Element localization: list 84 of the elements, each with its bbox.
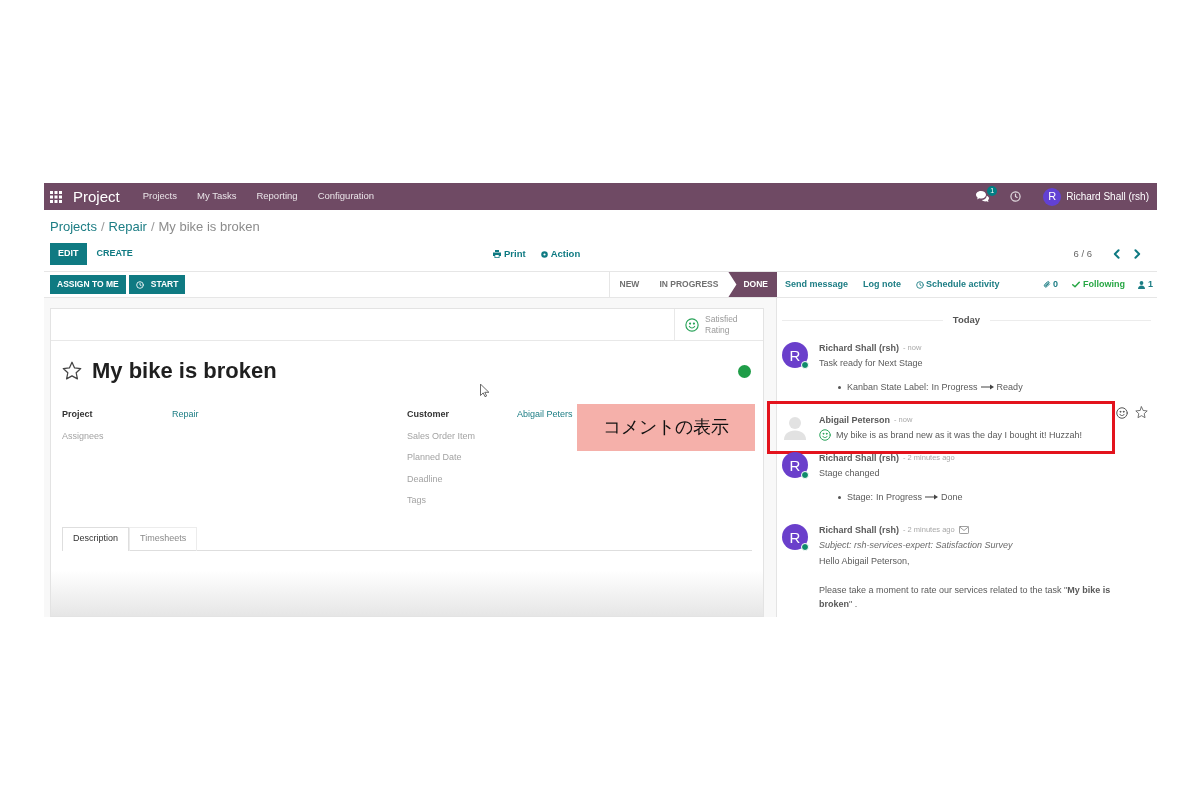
message-subject: Subject: rsh-services-expert: Satisfaction Survey	[819, 539, 1014, 553]
followers-button[interactable]: 1	[1138, 277, 1153, 292]
author-avatar: R	[782, 342, 808, 369]
changed-field: Stage:	[847, 490, 874, 505]
field-label: Planned Date	[407, 451, 463, 464]
print-button[interactable]: Print	[493, 246, 526, 262]
task-title: My bike is broken	[92, 358, 277, 384]
attachments-button[interactable]: 0	[1042, 277, 1058, 292]
stage-button[interactable]: IN PROGRESS	[649, 272, 729, 297]
user-name[interactable]: Richard Shall (rsh)	[1066, 189, 1149, 204]
gear-icon	[540, 250, 548, 258]
chevron-left-icon[interactable]	[1113, 249, 1120, 259]
menu-item[interactable]: Projects	[132, 189, 187, 204]
field-label: Project	[62, 408, 94, 421]
author-name: Abigail Peterson	[819, 414, 890, 428]
annotation-callout: コメントの表示	[577, 404, 755, 451]
assign-to-me-button[interactable]: ASSIGN TO ME	[50, 275, 126, 294]
edit-button[interactable]: EDIT	[50, 243, 87, 265]
person-icon	[1138, 280, 1145, 289]
action-menu-button[interactable]: Action	[540, 246, 581, 262]
stage-button[interactable]: DONE	[728, 272, 777, 297]
menu-item[interactable]: My Tasks	[187, 189, 247, 204]
clock-icon	[135, 280, 144, 289]
clock-icon	[916, 280, 925, 289]
send-message-link[interactable]: Send message	[785, 277, 849, 292]
breadcrumb-link[interactable]: Repair	[108, 216, 147, 237]
mouse-cursor-icon	[480, 384, 489, 397]
date-separator: Today	[952, 313, 981, 327]
apps-grid-icon[interactable]	[50, 190, 62, 203]
form-tab[interactable]: Timesheets	[129, 526, 198, 551]
long-arrow-icon	[925, 494, 939, 501]
star-icon[interactable]	[62, 361, 82, 381]
field-label: Assignees	[62, 429, 105, 443]
breadcrumb-separator: /	[150, 217, 155, 236]
rating-stat-button[interactable]: Satisfied Rating	[674, 309, 763, 340]
app-title: Project	[73, 189, 120, 204]
new-value: Done	[941, 491, 963, 505]
breadcrumb-link[interactable]: Projects	[50, 216, 97, 237]
menu-item[interactable]: Reporting	[246, 189, 308, 204]
follow-button[interactable]: Following	[1072, 277, 1125, 292]
old-value: In Progress	[876, 491, 923, 505]
breadcrumb-current: My bike is broken	[158, 217, 260, 236]
changed-field: Kanban State Label:	[847, 380, 929, 395]
message-text: Task ready for Next Stage	[819, 357, 923, 371]
message-text: Stage changed	[819, 467, 880, 481]
create-button[interactable]: CREATE	[88, 243, 141, 265]
check-icon	[1072, 281, 1080, 288]
form-tab[interactable]: Description	[62, 526, 130, 552]
field-label: Deadline	[407, 472, 444, 486]
message-text: My bike is as brand new as it was the day I bought it! Huzzah!	[836, 429, 1083, 443]
field-label: Sales Order Item	[407, 429, 477, 443]
menu-item[interactable]: Configuration	[307, 189, 385, 204]
author-avatar: R	[782, 452, 808, 479]
chat-icon[interactable]	[976, 191, 990, 202]
author-name: Richard Shall (rsh)	[819, 342, 899, 356]
chevron-right-icon[interactable]	[1134, 249, 1141, 259]
star-icon[interactable]	[1135, 406, 1148, 420]
message-paragraph: Please take a moment to rate our services related to the task "My bike is broken" .	[819, 584, 1112, 612]
stage-button[interactable]: NEW	[609, 272, 650, 297]
smiley-icon	[685, 317, 699, 332]
field-label: Tags	[407, 494, 427, 507]
old-value: In Progress	[931, 381, 978, 395]
field-label: Customer	[407, 408, 450, 421]
new-value: Ready	[996, 381, 1023, 395]
author-name: Richard Shall (rsh)	[819, 452, 899, 466]
pager-counter: 6 / 6	[1073, 246, 1092, 261]
breadcrumb-separator: /	[100, 217, 105, 236]
field-link[interactable]: Repair	[172, 408, 199, 422]
author-name: Richard Shall (rsh)	[819, 524, 899, 538]
start-button[interactable]: START	[128, 275, 186, 294]
field-link[interactable]: Abigail Peters	[517, 408, 573, 422]
paperclip-icon	[1042, 280, 1051, 289]
log-note-link[interactable]: Log note	[863, 277, 902, 292]
author-avatar: R	[782, 524, 808, 551]
user-avatar[interactable]: R	[1043, 187, 1062, 206]
activity-clock-icon[interactable]	[1010, 191, 1022, 202]
printer-icon	[493, 250, 501, 258]
kanban-state-icon[interactable]	[738, 364, 751, 378]
add-reaction-icon[interactable]	[1116, 406, 1128, 419]
bullet-icon	[838, 495, 841, 499]
bullet-icon	[838, 385, 841, 389]
long-arrow-icon	[980, 384, 994, 391]
message-paragraph: Hello Abigail Peterson,	[819, 555, 911, 569]
schedule-activity-link[interactable]: Schedule activity	[916, 277, 1000, 292]
